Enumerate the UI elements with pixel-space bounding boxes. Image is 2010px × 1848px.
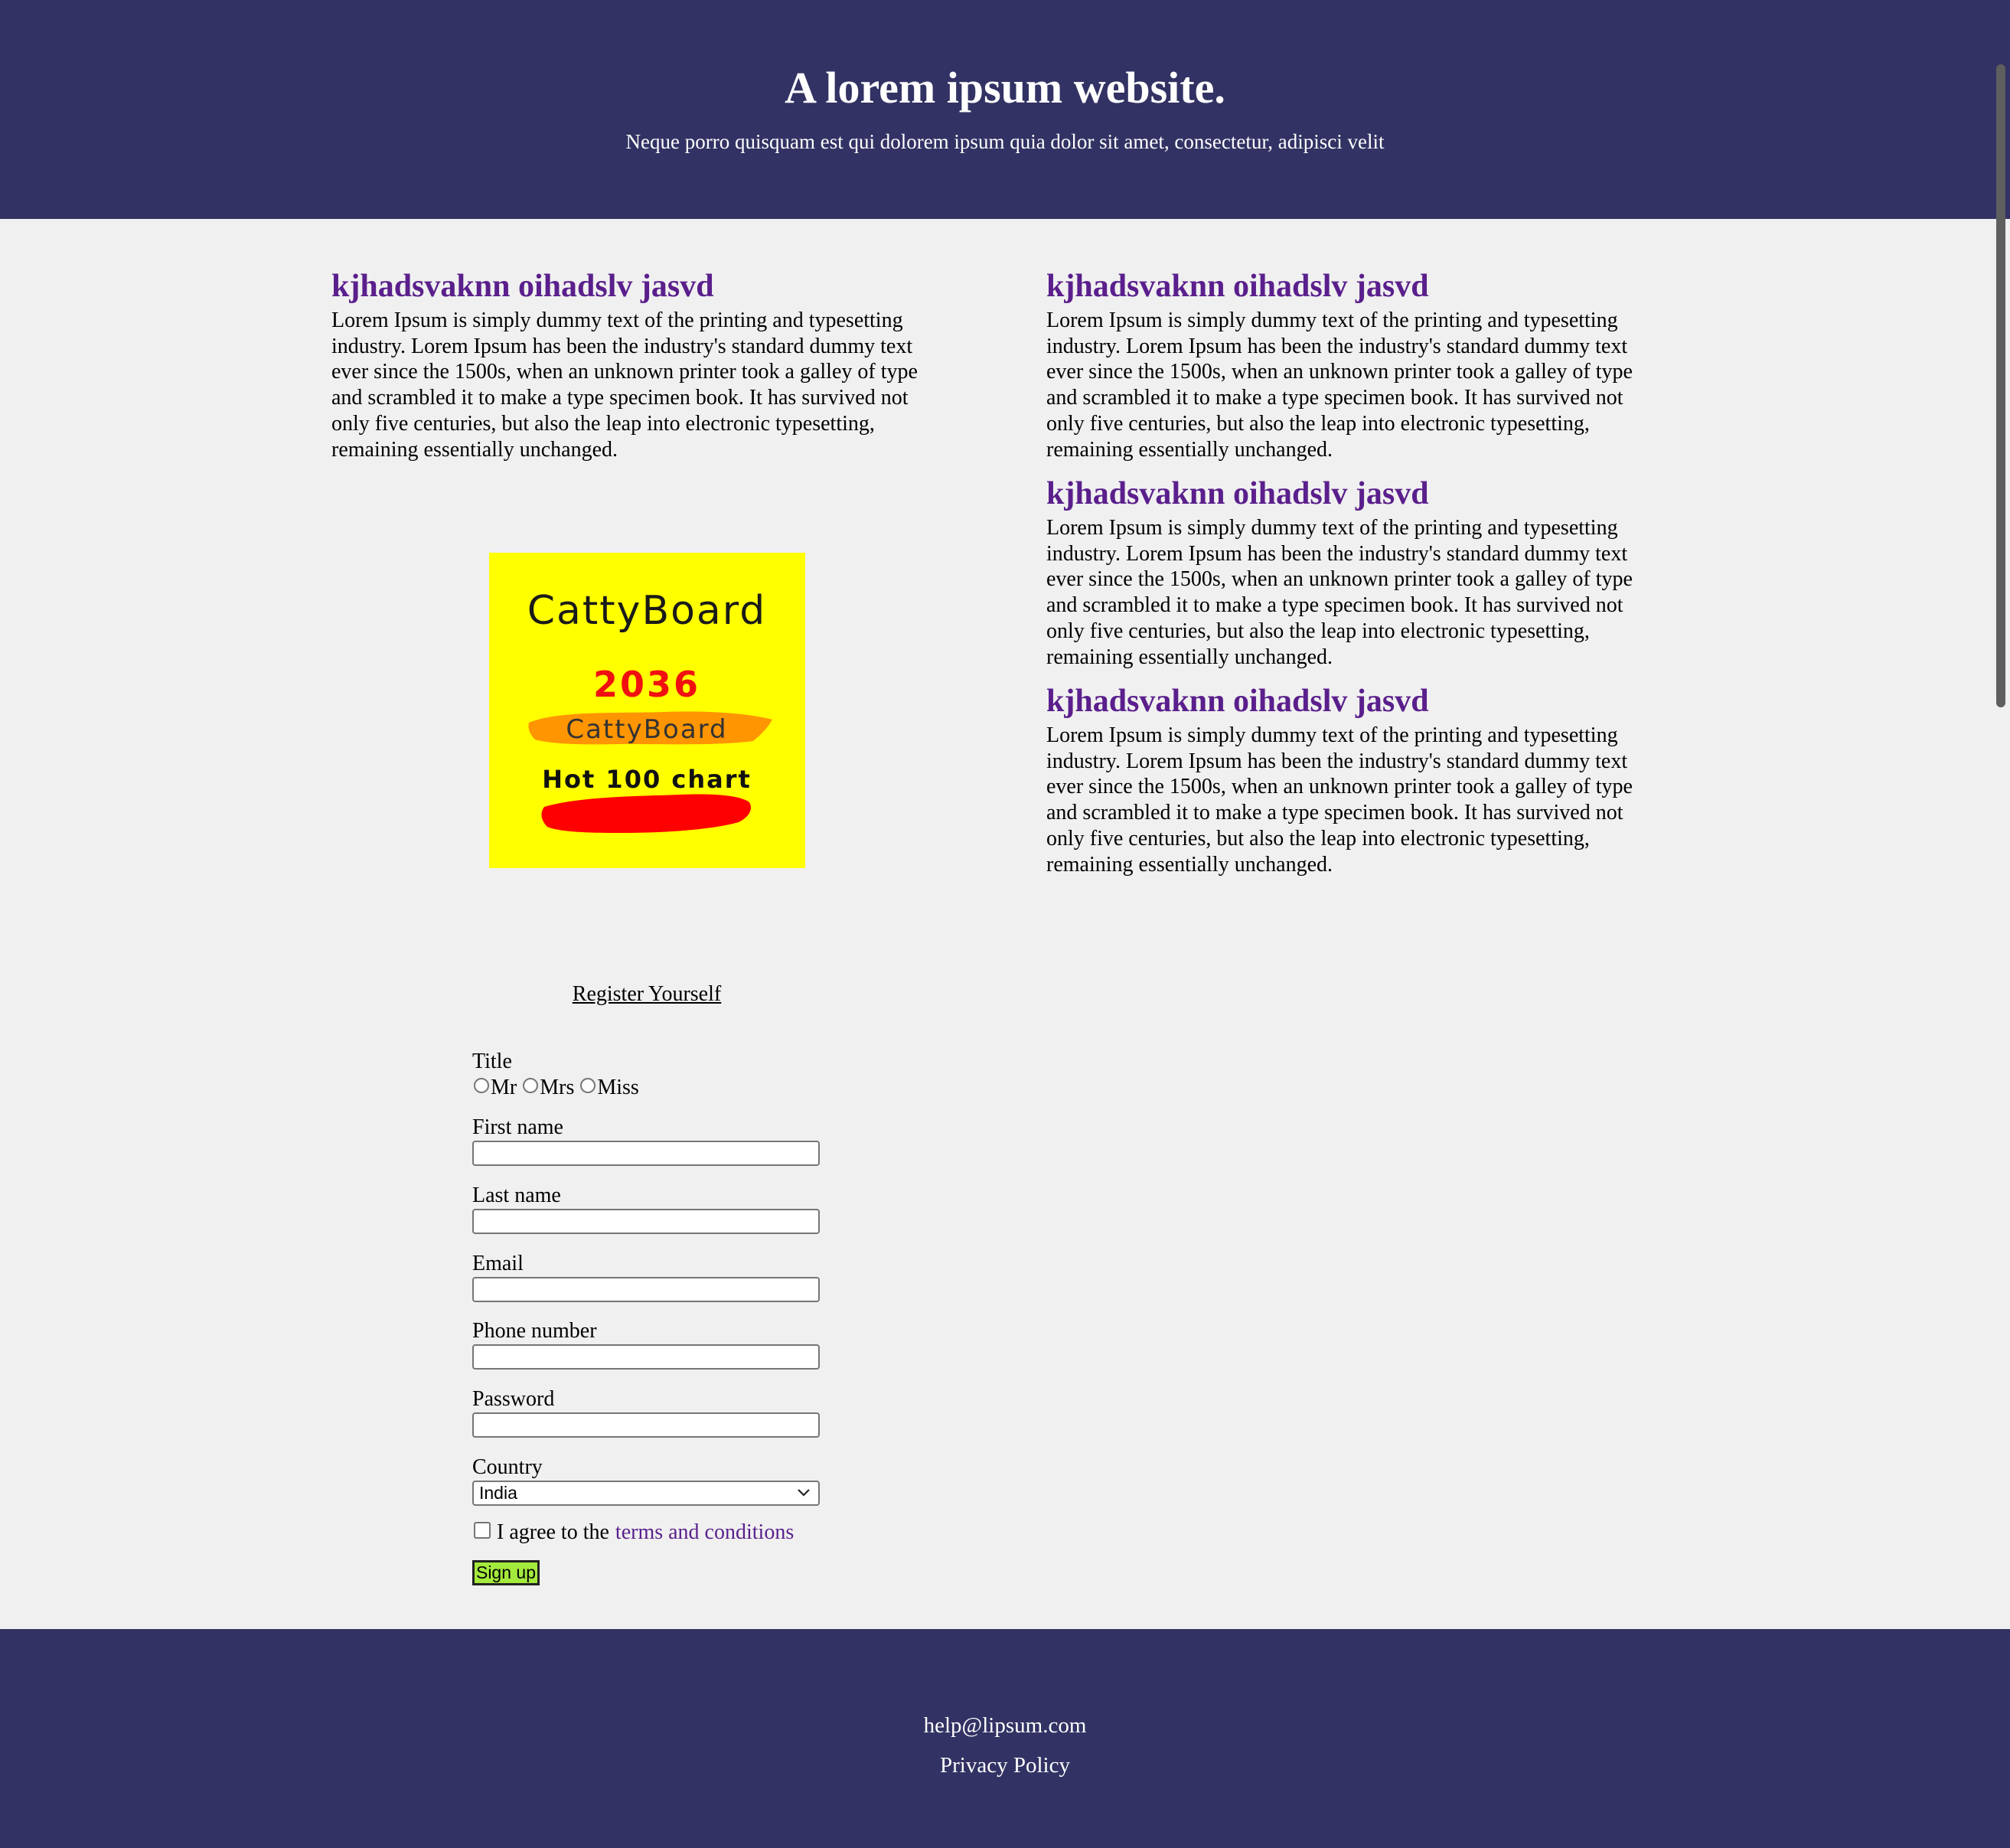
site-header: A lorem ipsum website. Neque porro quisq… (0, 0, 2010, 219)
article-heading: kjhadsvaknn oihadslv jasvd (1046, 269, 1429, 304)
terms-checkbox[interactable] (474, 1522, 491, 1539)
first-name-label: First name (472, 1115, 563, 1139)
register-heading: Register Yourself (0, 980, 1294, 1009)
terms-link[interactable]: terms and conditions (615, 1520, 794, 1546)
article-right-2: kjhadsvaknn oihadslv jasvd Lorem Ipsum i… (1046, 474, 1666, 670)
title-label: Title (472, 1050, 512, 1073)
site-footer: help@lipsum.com Privacy Policy (0, 1629, 2010, 1848)
signup-button[interactable]: Sign up (472, 1560, 540, 1585)
chevron-down-icon (798, 1489, 810, 1497)
password-label: Password (472, 1387, 555, 1411)
footer-email: help@lipsum.com (923, 1713, 1087, 1738)
logo-subbrand: CattyBoard (566, 714, 727, 745)
agree-text: I agree to the (497, 1520, 609, 1544)
article-heading: kjhadsvaknn oihadslv jasvd (331, 269, 714, 304)
logo-tagline: Hot 100 chart (542, 765, 752, 794)
article-right-3: kjhadsvaknn oihadslv jasvd Lorem Ipsum i… (1046, 681, 1666, 877)
country-label: Country (472, 1455, 543, 1479)
radio-miss[interactable] (580, 1078, 596, 1093)
password-input[interactable] (472, 1412, 820, 1438)
logo-brand: CattyBoard (527, 588, 767, 634)
article-heading: kjhadsvaknn oihadslv jasvd (1046, 476, 1429, 511)
terms-agree-row: I agree to the terms and conditions (472, 1519, 794, 1546)
privacy-policy-link[interactable]: Privacy Policy (0, 1748, 2010, 1782)
last-name-input[interactable] (472, 1209, 820, 1234)
radio-miss-label: Miss (597, 1076, 639, 1099)
first-name-input[interactable] (472, 1141, 820, 1166)
radio-mr-label: Mr (491, 1076, 517, 1099)
register-link[interactable]: Register Yourself (573, 982, 721, 1006)
cattyboard-logo-image: CattyBoard 2036 CattyBoard Hot 100 chart (489, 553, 805, 868)
scrollbar-thumb[interactable] (1996, 64, 2005, 707)
country-select[interactable]: India (472, 1481, 820, 1506)
article-body: Lorem Ipsum is simply dummy text of the … (1046, 309, 1633, 462)
last-name-label: Last name (472, 1184, 561, 1207)
site-subtitle: Neque porro quisquam est qui dolorem ips… (625, 130, 1385, 153)
email-input[interactable] (472, 1277, 820, 1302)
email-label: Email (472, 1252, 524, 1275)
site-title: A lorem ipsum website. (785, 63, 1225, 113)
article-heading: kjhadsvaknn oihadslv jasvd (1046, 684, 1429, 719)
logo-year: 2036 (593, 664, 700, 705)
title-radio-group: Mr Mrs Miss (472, 1075, 644, 1101)
radio-mrs[interactable] (523, 1078, 539, 1093)
article-body: Lorem Ipsum is simply dummy text of the … (1046, 723, 1633, 877)
radio-mr[interactable] (474, 1078, 489, 1093)
article-body: Lorem Ipsum is simply dummy text of the … (1046, 516, 1633, 669)
cattyboard-logo: CattyBoard 2036 CattyBoard Hot 100 chart (489, 553, 805, 868)
radio-mrs-label: Mrs (540, 1076, 575, 1099)
country-selected-value: India (479, 1483, 517, 1503)
article-right-1: kjhadsvaknn oihadslv jasvd Lorem Ipsum i… (1046, 266, 1666, 462)
phone-label: Phone number (472, 1319, 597, 1343)
article-left: kjhadsvaknn oihadslv jasvd Lorem Ipsum i… (331, 266, 951, 462)
phone-input[interactable] (472, 1344, 820, 1370)
article-body: Lorem Ipsum is simply dummy text of the … (331, 309, 918, 462)
